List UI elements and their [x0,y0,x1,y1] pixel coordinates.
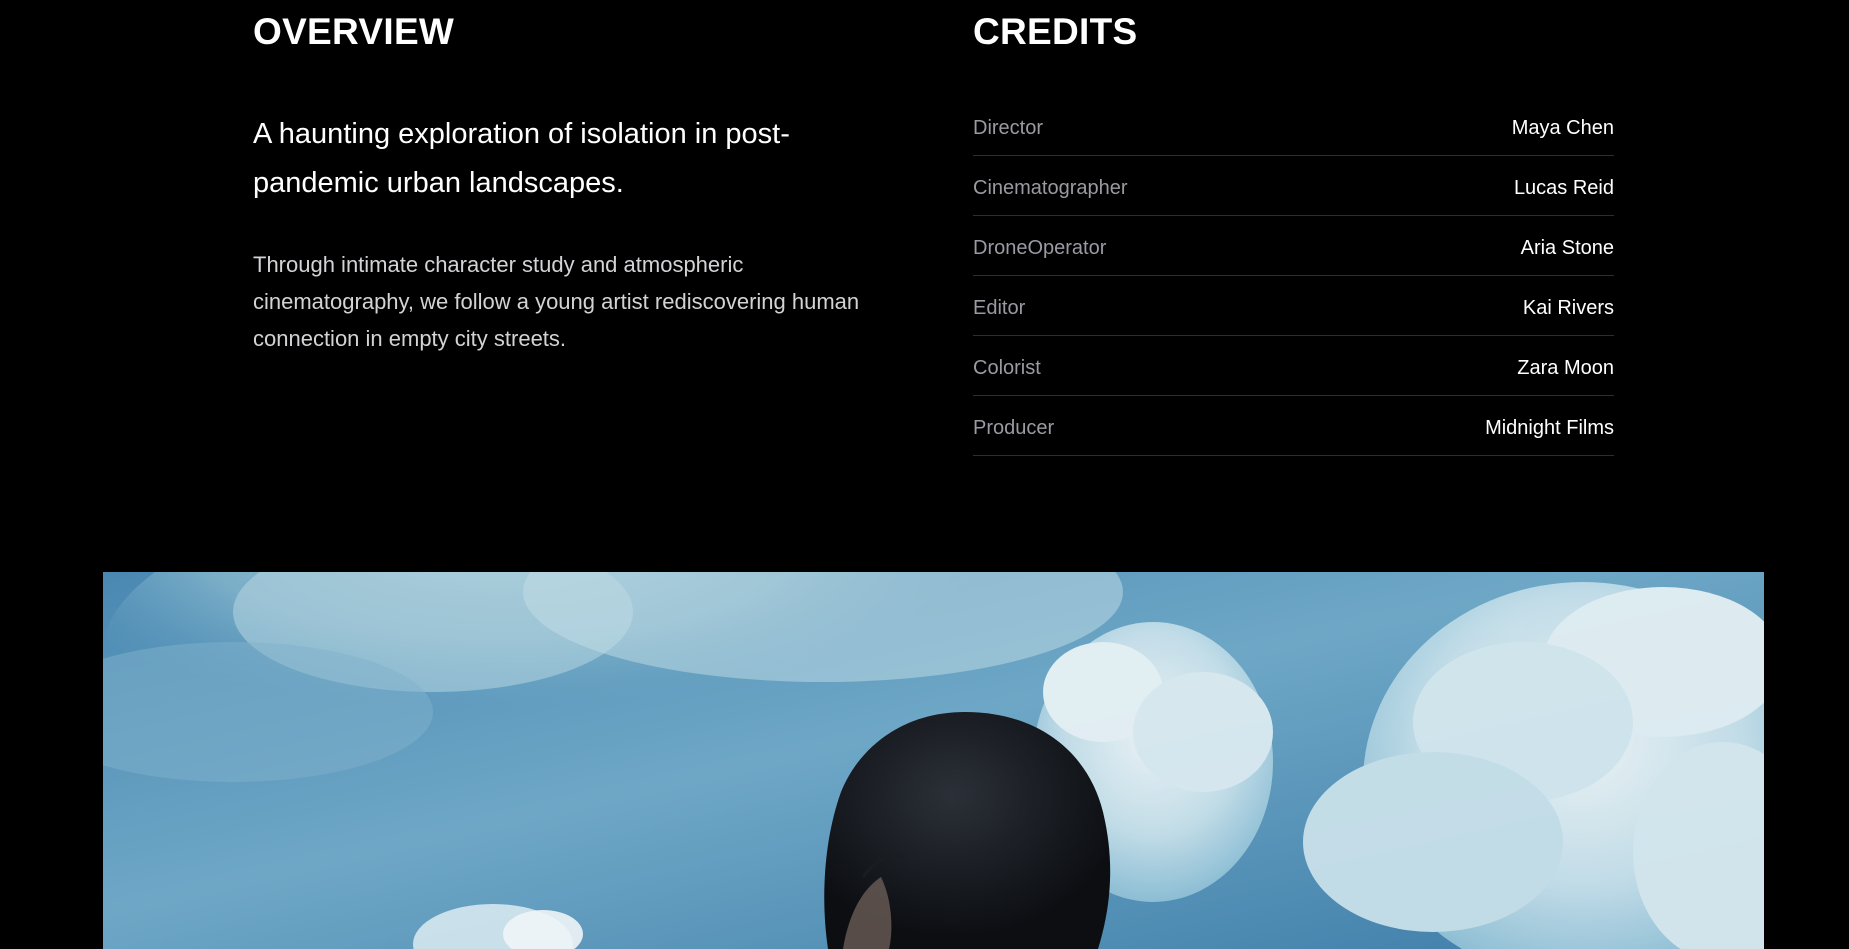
hero-image [103,572,1764,949]
credit-role: Editor [973,297,1026,319]
credit-row-director: Director Maya Chen [973,96,1614,156]
credit-row-drone-operator: DroneOperator Aria Stone [973,216,1614,276]
credit-name: Kai Rivers [1522,297,1614,319]
credit-name: Midnight Films [1485,417,1614,439]
credit-name: Lucas Reid [1513,177,1614,199]
overview-synopsis: Through intimate character study and atm… [253,252,860,351]
credits-section: CREDITS Director Maya Chen Cinematograph… [973,10,1614,456]
overview-section: OVERVIEW A haunting exploration of isola… [253,10,893,357]
credit-row-colorist: Colorist Zara Moon [973,336,1614,396]
credit-role: Director [973,117,1044,139]
credit-role: Cinematographer [973,177,1128,199]
credit-name: Zara Moon [1517,357,1614,379]
credit-name: Maya Chen [1511,117,1614,139]
credits-title: CREDITS [973,11,1138,52]
credit-role: DroneOperator [973,237,1107,259]
credits-list: Director Maya Chen Cinematographer Lucas… [973,96,1614,456]
overview-tagline: A haunting exploration of isolation in p… [253,118,790,199]
credit-row-editor: Editor Kai Rivers [973,276,1614,336]
overview-title: OVERVIEW [253,11,455,52]
hero-illustration [103,572,1764,949]
credit-name: Aria Stone [1520,237,1614,259]
page: OVERVIEW A haunting exploration of isola… [0,0,1849,949]
credit-role: Producer [973,417,1055,439]
credit-role: Colorist [973,357,1041,379]
credit-row-cinematographer: Cinematographer Lucas Reid [973,156,1614,216]
credit-row-producer: Producer Midnight Films [973,396,1614,456]
